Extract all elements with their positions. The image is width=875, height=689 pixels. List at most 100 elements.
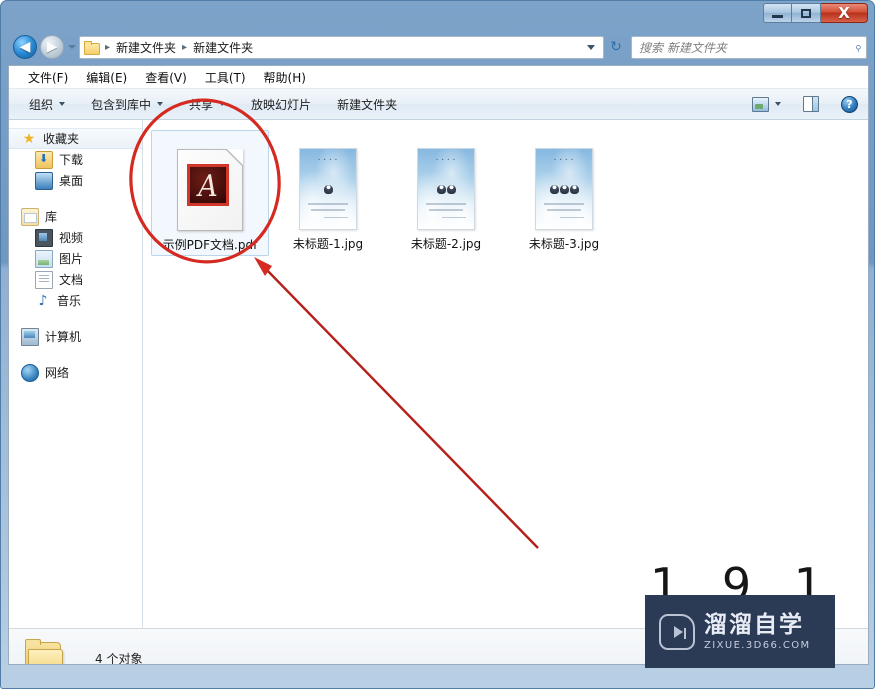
thumbnail-title-text: • • • • [435,157,457,162]
sidebar-item-desktop[interactable]: 桌面 [9,170,142,191]
minimize-icon [772,15,783,18]
help-button[interactable]: ? [841,95,858,113]
slideshow-button[interactable]: 放映幻灯片 [245,93,317,116]
file-grid: A 示例PDF文档.pdf • • • • 未标题-1.jpg • • • • … [143,120,868,256]
status-text: 4 个对象 [95,651,143,665]
preview-pane-button[interactable] [803,96,819,112]
pdf-file-icon: A [177,149,243,231]
file-item-pdf[interactable]: A 示例PDF文档.pdf [151,130,269,256]
page-fold-icon [227,149,243,165]
video-icon [35,228,53,247]
recent-pages-icon[interactable] [68,45,76,49]
include-in-library-label: 包含到库中 [91,97,152,112]
close-button[interactable]: X [821,3,868,23]
sidebar-item-favorites[interactable]: ★ 收藏夹 [9,128,142,149]
share-with-button[interactable]: 共享 [183,93,231,116]
menu-item-help[interactable]: 帮助(H) [255,67,315,88]
pictures-icon [35,249,53,268]
thumbnail-title-text: • • • • [553,157,575,162]
folder-tab [25,639,41,645]
sidebar-item-pictures[interactable]: 图片 [9,248,142,269]
address-bar: ◀ ▶ ▸ 新建文件夹 ▸ 新建文件夹 ↻ 搜索 新建文件夹 ⌕ [8,32,869,62]
nav-group-network: 网络 [9,362,142,383]
thumbnail-text-line [442,217,466,218]
organize-button[interactable]: 组织 [23,93,71,116]
thumbnail-text-line [429,209,463,211]
file-name-label: 未标题-3.jpg [528,237,600,251]
breadcrumb-dropdown-button[interactable] [583,44,601,50]
thumbnail-figure [323,185,333,194]
sidebar-item-computer[interactable]: 计算机 [9,326,142,347]
thumbnail-figure-group [300,185,356,194]
sidebar-item-downloads[interactable]: 下载 [9,149,142,170]
thumbnail-text-line [324,217,348,218]
sidebar-item-label: 收藏夹 [43,132,80,146]
thumbnail-text-line [426,203,466,205]
image-thumbnail-icon: • • • • [417,148,475,230]
acrobat-badge-icon: A [187,164,229,206]
sidebar-item-libraries[interactable]: 库 [9,206,142,227]
file-list-pane[interactable]: A 示例PDF文档.pdf • • • • 未标题-1.jpg • • • • … [143,120,868,628]
refresh-icon: ↻ [610,39,622,55]
image-thumbnail-icon: • • • • [535,148,593,230]
sidebar-item-label: 文档 [59,273,84,287]
menu-item-edit[interactable]: 编辑(E) [77,67,136,88]
watermark-title: 溜溜自学 [704,611,804,638]
file-item-jpg-3[interactable]: • • • • 未标题-3.jpg [505,130,623,256]
sidebar-item-label: 桌面 [59,174,84,188]
breadcrumb-item-0[interactable]: 新建文件夹 [114,39,178,56]
sidebar-item-label: 计算机 [45,330,82,344]
menu-item-view[interactable]: 查看(V) [136,67,196,88]
preview-pane-icon [803,96,819,112]
file-name-label: 未标题-1.jpg [292,237,364,251]
chevron-down-icon [587,44,595,50]
search-input[interactable]: 搜索 新建文件夹 ⌕ [631,35,867,59]
view-mode-dropdown-button[interactable] [775,102,781,106]
breadcrumb-item-1[interactable]: 新建文件夹 [191,39,255,56]
navigation-pane: ★ 收藏夹 下载 桌面 库 [9,120,143,628]
menu-bar: 文件(F) 编辑(E) 查看(V) 工具(T) 帮助(H) [9,66,868,88]
menu-item-tools[interactable]: 工具(T) [196,67,255,88]
sidebar-item-documents[interactable]: 文档 [9,269,142,290]
forward-button[interactable]: ▶ [40,35,64,59]
sidebar-item-music[interactable]: ♪ 音乐 [9,290,142,311]
thumbnail-figure-group [536,185,592,194]
thumbnail-text-line [547,209,581,211]
folder-icon [84,40,100,55]
file-item-jpg-1[interactable]: • • • • 未标题-1.jpg [269,130,387,256]
file-item-jpg-2[interactable]: • • • • 未标题-2.jpg [387,130,505,256]
share-with-label: 共享 [189,97,214,112]
view-mode-icon [752,96,769,112]
chevron-down-icon [219,102,226,106]
breadcrumb-separator: ▸ [182,41,188,53]
view-mode-button[interactable] [752,96,769,112]
sidebar-item-label: 音乐 [57,294,82,308]
sidebar-item-videos[interactable]: 视频 [9,227,142,248]
sidebar-item-label: 网络 [45,366,70,380]
file-thumbnail: • • • • [406,134,486,230]
title-bar: X [1,1,875,29]
menu-item-file[interactable]: 文件(F) [19,67,77,88]
new-folder-label: 新建文件夹 [337,97,398,112]
back-button[interactable]: ◀ [13,35,37,59]
nav-group-favorites: ★ 收藏夹 下载 桌面 [9,128,142,191]
file-thumbnail: • • • • [288,134,368,230]
play-logo-bar [684,627,686,639]
documents-icon [35,270,53,289]
new-folder-button[interactable]: 新建文件夹 [331,93,403,116]
sidebar-item-network[interactable]: 网络 [9,362,142,383]
organize-label: 组织 [29,97,54,112]
body-split: ★ 收藏夹 下载 桌面 库 [9,120,868,628]
chevron-down-icon [157,102,164,106]
breadcrumb[interactable]: ▸ 新建文件夹 ▸ 新建文件夹 [79,35,604,59]
thumbnail-text-line [311,209,345,211]
command-bar-right: ? [752,95,868,113]
acrobat-glyph-icon: A [198,169,218,204]
include-in-library-button[interactable]: 包含到库中 [85,93,169,116]
sidebar-item-label: 图片 [59,252,84,266]
thumbnail-figure [436,185,446,194]
refresh-button[interactable]: ↻ [605,36,627,59]
maximize-button[interactable] [792,3,821,23]
minimize-button[interactable] [763,3,792,23]
